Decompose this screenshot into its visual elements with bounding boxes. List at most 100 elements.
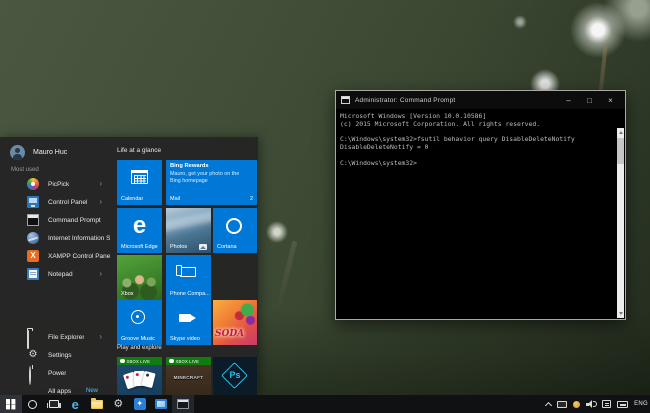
chevron-right-icon[interactable]: ›: [99, 333, 102, 341]
notepad-icon: [27, 268, 39, 280]
photos-app-icon: [155, 399, 167, 409]
chevron-right-icon[interactable]: ›: [99, 198, 102, 206]
show-hidden-icons-chevron[interactable]: [545, 401, 552, 408]
taskbar-file-explorer-button[interactable]: [86, 395, 108, 413]
menu-item-control-panel[interactable]: Control Panel ›: [0, 193, 112, 211]
scroll-up-icon[interactable]: [619, 131, 623, 134]
taskbar-command-prompt-button[interactable]: [172, 395, 194, 413]
cmd-scrollbar[interactable]: [617, 128, 624, 318]
cmd-titlebar[interactable]: Administrator: Command Prompt – □ ×: [336, 91, 625, 109]
desktop-screen: Administrator: Command Prompt – □ × Micr…: [0, 0, 650, 413]
tile-photos[interactable]: Photos: [166, 208, 211, 253]
taskbar: e ⚙ ✦ ENG: [0, 395, 650, 413]
scrollbar-thumb[interactable]: [617, 138, 624, 164]
tile-cortana[interactable]: Cortana: [213, 208, 257, 253]
mail-unread-count: 2: [250, 196, 253, 202]
tile-microsoft-edge[interactable]: e Microsoft Edge: [117, 208, 162, 253]
xbox-live-icon: [169, 359, 174, 364]
new-badge: New: [86, 388, 98, 394]
taskbar-picpick-button[interactable]: ✦: [129, 395, 151, 413]
group-header-play-and-explore: Play and explore: [117, 345, 162, 351]
mail-notification-body: Mauro, get your photo on the Bing homepa…: [170, 171, 250, 184]
taskbar-edge-button[interactable]: e: [65, 395, 87, 413]
xbox-live-icon: [120, 359, 125, 364]
folder-icon: [91, 400, 103, 409]
volume-icon[interactable]: [586, 400, 596, 408]
tile-xbox[interactable]: Xbox: [117, 255, 162, 300]
tile-mail[interactable]: Bing Rewards Mauro, get your photo on th…: [166, 160, 257, 205]
gear-icon: ⚙: [27, 349, 39, 361]
menu-item-picpick[interactable]: PicPick ›: [0, 175, 112, 193]
cmd-line: DisableDeleteNotify = 0: [340, 144, 613, 152]
taskbar-photos-button[interactable]: [151, 395, 173, 413]
taskbar-settings-button[interactable]: ⚙: [108, 395, 130, 413]
tile-calendar[interactable]: Calendar: [117, 160, 162, 205]
system-tray: ENG: [546, 395, 648, 413]
picpick-icon: [27, 178, 39, 190]
menu-item-settings[interactable]: ⚙ Settings: [0, 346, 112, 364]
xbox-live-banner: XBOX LIVE: [166, 357, 211, 365]
taskbar-search-button[interactable]: [22, 395, 44, 413]
xbox-live-banner: XBOX LIVE: [117, 357, 162, 365]
soda-logo: SODA: [215, 329, 244, 339]
mail-notification-title: Bing Rewards: [170, 163, 209, 169]
touch-keyboard-icon[interactable]: [617, 401, 628, 408]
tile-candy-crush-soda[interactable]: SODA: [213, 300, 257, 345]
cmd-output-area[interactable]: Microsoft Windows [Version 10.0.10586] (…: [336, 109, 625, 319]
language-indicator[interactable]: ENG: [634, 401, 648, 407]
iis-icon: [27, 232, 39, 244]
tile-photoshop-express[interactable]: Ps: [213, 357, 257, 395]
command-prompt-window: Administrator: Command Prompt – □ × Micr…: [335, 90, 626, 320]
network-icon[interactable]: [557, 401, 567, 408]
cmd-prompt-line: C:\Windows\system32>: [340, 160, 613, 168]
gear-icon: ⚙: [113, 398, 123, 410]
control-panel-icon: [27, 196, 39, 208]
minecraft-logo: MINECRAFT: [166, 375, 211, 380]
tile-phone-companion[interactable]: Phone Compa...: [166, 255, 211, 300]
tile-skype-video[interactable]: Skype video: [166, 300, 211, 345]
maximize-button[interactable]: □: [579, 91, 600, 109]
tile-solitaire[interactable]: XBOX LIVE: [117, 357, 162, 395]
menu-item-all-apps[interactable]: All apps New: [0, 382, 112, 395]
tray-app-icon[interactable]: [573, 401, 580, 408]
tile-minecraft[interactable]: XBOX LIVE MINECRAFT: [166, 357, 211, 395]
user-account[interactable]: Mauro Huc: [10, 145, 67, 160]
menu-item-iis[interactable]: Internet Information Services (IIS)...: [0, 229, 112, 247]
user-name: Mauro Huc: [33, 149, 67, 156]
minimize-button[interactable]: –: [558, 91, 579, 109]
start-button[interactable]: [0, 395, 22, 413]
group-header-life-at-a-glance: Life at a glance: [117, 147, 161, 154]
picpick-icon: ✦: [134, 398, 146, 410]
menu-item-file-explorer[interactable]: File Explorer ›: [0, 328, 112, 346]
most-used-label: Most used: [11, 167, 39, 173]
cmd-line: (c) 2015 Microsoft Corporation. All righ…: [340, 121, 613, 129]
user-avatar: [10, 145, 25, 160]
task-view-icon: [49, 400, 59, 408]
edge-icon: e: [72, 398, 79, 411]
windows-logo-icon: [6, 399, 16, 409]
cortana-icon: [226, 218, 242, 234]
menu-item-notepad[interactable]: Notepad ›: [0, 265, 112, 283]
cortana-search-icon: [28, 400, 37, 409]
command-prompt-icon: [341, 96, 350, 104]
video-camera-icon: [179, 314, 191, 322]
command-prompt-icon: [177, 399, 189, 409]
phone-icon: [176, 265, 182, 276]
close-button[interactable]: ×: [600, 91, 621, 109]
task-view-button[interactable]: [43, 395, 65, 413]
scroll-down-icon[interactable]: [619, 312, 623, 315]
chevron-right-icon[interactable]: ›: [99, 180, 102, 188]
command-prompt-icon: [27, 214, 39, 226]
xampp-icon: [27, 250, 39, 262]
menu-item-xampp[interactable]: XAMPP Control Panel: [0, 247, 112, 265]
chevron-right-icon[interactable]: ›: [99, 270, 102, 278]
tile-groove-music[interactable]: Groove Music: [117, 300, 162, 345]
menu-item-power[interactable]: Power: [0, 364, 112, 382]
playing-card: [141, 371, 155, 388]
cmd-window-title: Administrator: Command Prompt: [355, 97, 455, 104]
start-menu: Mauro Huc Most used PicPick › Control Pa…: [0, 137, 258, 395]
photoshop-logo: Ps: [213, 370, 257, 380]
menu-item-command-prompt[interactable]: Command Prompt: [0, 211, 112, 229]
photo-icon: [199, 244, 207, 250]
action-center-icon[interactable]: [602, 400, 611, 408]
